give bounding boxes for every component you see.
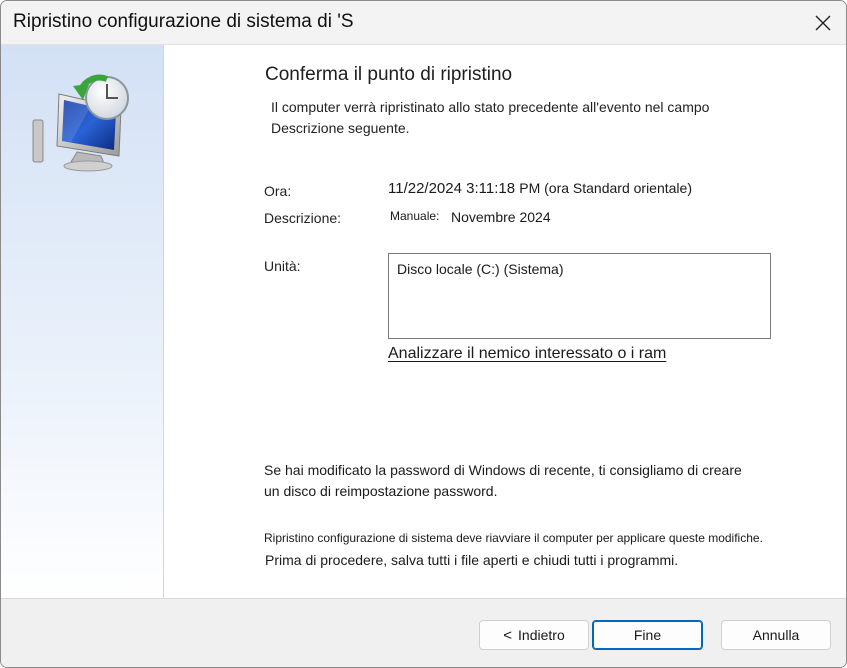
- back-arrow-icon: <: [503, 626, 513, 644]
- time-label: Ora:: [264, 183, 292, 199]
- button-bar: < Indietro Fine Annulla: [1, 598, 846, 667]
- title-bar: Ripristino configurazione di sistema di …: [1, 1, 846, 45]
- close-icon: [815, 15, 831, 30]
- cancel-button[interactable]: Annulla: [721, 620, 831, 650]
- drives-label: Unità:: [264, 258, 301, 274]
- description-label: Descrizione:: [264, 210, 342, 226]
- password-reset-disk-link[interactable]: un disco di reimpostazione password.: [264, 483, 497, 499]
- restart-note: Ripristino configurazione di sistema dev…: [264, 531, 763, 545]
- back-button-label: Indietro: [518, 627, 565, 643]
- close-button[interactable]: [800, 1, 846, 44]
- sidebar-panel: [1, 45, 164, 599]
- intro-text: Il computer verrà ripristinato allo stat…: [271, 99, 710, 136]
- time-value: 11/22/2024 3:11:18: [388, 180, 516, 197]
- description-value: Novembre 2024: [451, 209, 551, 225]
- back-button[interactable]: < Indietro: [479, 620, 589, 650]
- system-restore-icon: [32, 74, 129, 172]
- scan-affected-programs-link[interactable]: Analizzare il nemico interessato o i ram: [388, 345, 666, 363]
- page-heading: Conferma il punto di ripristino: [265, 64, 513, 85]
- description-prefix: Manuale:: [390, 209, 440, 223]
- system-restore-dialog: Ripristino configurazione di sistema di …: [0, 0, 847, 668]
- list-item[interactable]: Disco locale (C:) (Sistema): [397, 261, 563, 277]
- main-content: Conferma il punto di ripristino Il compu…: [164, 45, 846, 599]
- password-note: Se hai modificato la password di Windows…: [264, 460, 784, 502]
- password-note-text: Se hai modificato la password di Windows…: [264, 462, 742, 478]
- time-suffix: PM (ora Standard orientale): [519, 180, 692, 196]
- save-note: Prima di procedere, salva tutti i file a…: [265, 552, 679, 568]
- finish-button[interactable]: Fine: [592, 620, 703, 650]
- window-title: Ripristino configurazione di sistema di …: [13, 11, 354, 32]
- time-value-row: 11/22/2024 3:11:18 PM (ora Standard orie…: [388, 180, 692, 197]
- drives-list[interactable]: Disco locale (C:) (Sistema): [388, 253, 771, 339]
